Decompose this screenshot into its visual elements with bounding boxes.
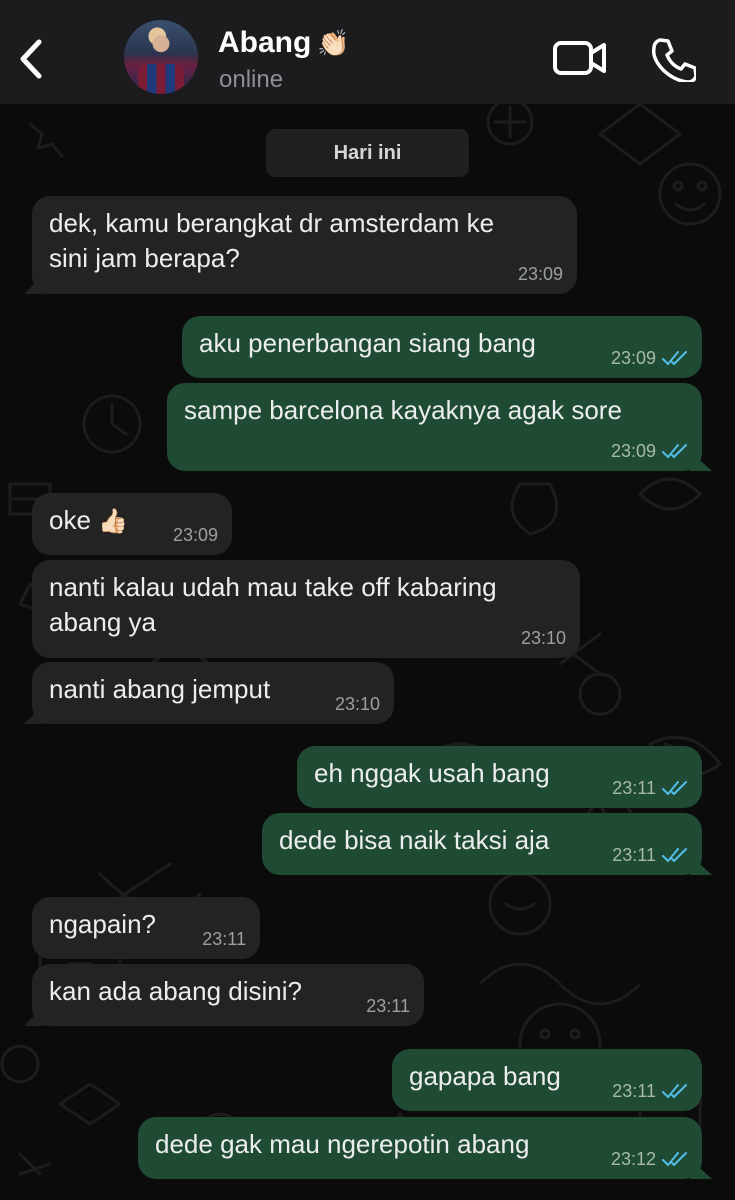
message-text: nanti abang jemput (49, 672, 270, 707)
message-outgoing[interactable]: gapapa bang 23:11 (392, 1049, 702, 1111)
double-check-icon (662, 1152, 687, 1166)
message-time: 23:11 (612, 1081, 656, 1101)
double-check-icon (662, 781, 687, 795)
message-time: 23:09 (610, 441, 656, 461)
contact-avatar[interactable] (124, 20, 198, 94)
bubble-tail (690, 451, 712, 471)
message-text: eh nggak usah bang (314, 756, 550, 791)
message-line: nanti kalau udah mau take off kabaring (49, 572, 497, 602)
message-meta: 23:10 (335, 694, 380, 714)
phone-call-icon[interactable] (650, 36, 696, 82)
message-meta: 23:12 (611, 1149, 688, 1169)
message-meta: 23:11 (612, 1081, 688, 1101)
message-incoming[interactable]: oke 👍🏻 23:09 (32, 493, 232, 555)
contact-status: online (219, 66, 284, 93)
message-text: ngapain? (49, 907, 156, 942)
message-incoming[interactable]: nanti abang jemput 23:10 (24, 662, 394, 724)
message-time: 23:11 (612, 845, 656, 865)
bubble-tail (24, 1006, 44, 1026)
bubble-tail (24, 704, 44, 724)
message-line: gapapa bang (409, 1061, 561, 1091)
message-meta: 23:09 (611, 348, 688, 368)
message-text: dede gak mau ngerepotin abang (155, 1127, 529, 1162)
message-text: dede bisa naik taksi aja (279, 823, 549, 858)
message-time: 23:09 (610, 348, 656, 368)
contact-name-text: Abang (218, 26, 312, 59)
chat-header: Abang 👏🏻 online (0, 0, 735, 104)
date-separator: Hari ini (266, 129, 469, 177)
message-line: kan ada abang disini? (49, 976, 302, 1006)
message-incoming[interactable]: dek, kamu berangkat dr amsterdam ke sini… (24, 196, 577, 294)
bubble-tail (24, 274, 44, 294)
message-time: 23:11 (366, 996, 410, 1016)
message-outgoing[interactable]: eh nggak usah bang 23:11 (297, 746, 702, 808)
message-line: aku penerbangan siang bang (199, 328, 536, 358)
message-line: dek, kamu berangkat dr amsterdam ke (49, 208, 495, 238)
message-outgoing[interactable]: dede gak mau ngerepotin abang 23:12 (138, 1117, 712, 1179)
double-check-icon (662, 351, 687, 365)
message-line: abang ya (49, 607, 156, 637)
message-line: dede bisa naik taksi aja (279, 825, 550, 855)
message-line: sampe barcelona kayaknya agak sore (184, 395, 622, 425)
message-line: eh nggak usah bang (314, 758, 550, 788)
message-incoming[interactable]: nanti kalau udah mau take off kabaring a… (32, 560, 580, 658)
bubble-tail (690, 855, 712, 875)
message-incoming[interactable]: ngapain? 23:11 (32, 897, 260, 959)
clapping-hands-emoji: 👏🏻 (317, 28, 350, 58)
double-check-icon (662, 848, 687, 862)
message-time: 23:11 (612, 778, 656, 798)
message-meta: 23:11 (202, 929, 246, 949)
message-outgoing[interactable]: aku penerbangan siang bang 23:09 (182, 316, 702, 378)
message-line: nanti abang jemput (49, 674, 271, 704)
message-time: 23:10 (520, 628, 566, 648)
double-check-icon (662, 1084, 687, 1098)
message-meta: 23:09 (611, 441, 688, 461)
double-check-icon (662, 444, 687, 458)
back-chevron-icon[interactable] (14, 36, 50, 82)
message-line: sini jam berapa? (49, 243, 240, 273)
message-text: oke 👍🏻 (49, 503, 128, 539)
message-time: 23:09 (172, 525, 218, 545)
message-meta: 23:09 (518, 264, 563, 284)
message-time: 23:12 (610, 1149, 656, 1169)
message-time: 23:11 (202, 929, 246, 949)
message-meta: 23:09 (173, 525, 218, 545)
message-time: 23:10 (334, 694, 380, 714)
message-text: dek, kamu berangkat dr amsterdam ke sini… (49, 206, 494, 276)
message-line: ngapain? (49, 909, 156, 939)
message-text: aku penerbangan siang bang (199, 326, 536, 361)
bubble-tail (690, 1159, 712, 1179)
message-text: kan ada abang disini? (49, 974, 302, 1009)
video-call-icon[interactable] (552, 38, 608, 78)
message-incoming[interactable]: kan ada abang disini? 23:11 (24, 964, 424, 1026)
message-outgoing[interactable]: sampe barcelona kayaknya agak sore 23:09 (167, 383, 712, 471)
message-time: 23:09 (517, 264, 563, 284)
thumbs-up-emoji: 👍🏻 (98, 508, 129, 535)
message-line: dede gak mau ngerepotin abang (155, 1129, 530, 1159)
message-outgoing[interactable]: dede bisa naik taksi aja 23:11 (262, 813, 712, 875)
message-meta: 23:11 (612, 845, 688, 865)
message-text: nanti kalau udah mau take off kabaring a… (49, 570, 497, 640)
contact-name[interactable]: Abang 👏🏻 (218, 26, 350, 60)
message-meta: 23:10 (521, 628, 566, 648)
message-meta: 23:11 (366, 996, 410, 1016)
message-text: gapapa bang (409, 1059, 561, 1094)
message-line: oke (49, 505, 91, 535)
message-meta: 23:11 (612, 778, 688, 798)
message-text: sampe barcelona kayaknya agak sore (184, 393, 622, 428)
